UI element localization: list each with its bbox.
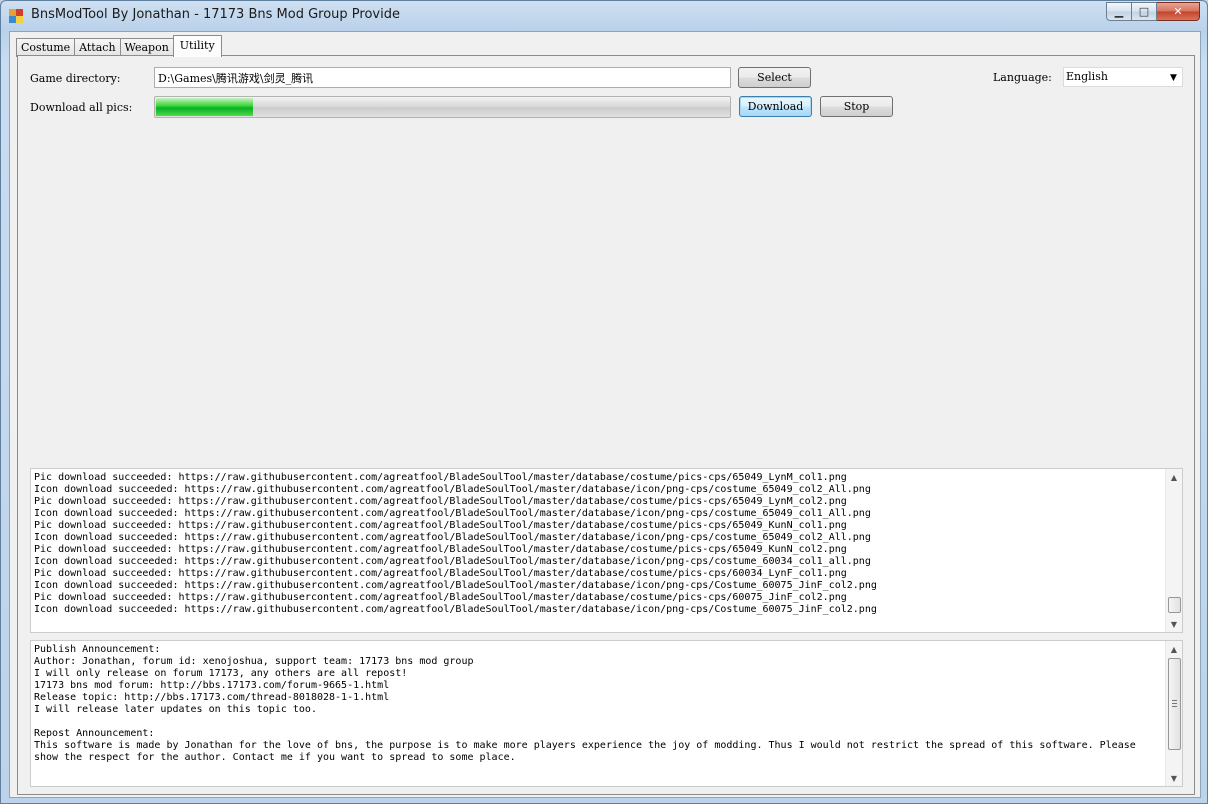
select-button[interactable]: Select	[738, 67, 811, 88]
log-line: Pic download succeeded: https://raw.gith…	[34, 520, 847, 531]
log-line: Pic download succeeded: https://raw.gith…	[34, 568, 847, 579]
maximize-icon: □	[1138, 5, 1150, 18]
log-line: Icon download succeeded: https://raw.git…	[34, 532, 871, 543]
announcement-scrollbar[interactable]: ▲ ▼	[1165, 641, 1182, 786]
announcement-line: 17173 bns mod forum: http://bbs.17173.co…	[34, 680, 390, 691]
download-button[interactable]: Download	[739, 96, 812, 117]
minimize-button[interactable]: ▁	[1106, 2, 1132, 21]
client-area: Costume Attach Weapon Utility Game direc…	[9, 31, 1201, 798]
window-title: BnsModTool By Jonathan - 17173 Bns Mod G…	[31, 7, 400, 22]
utility-panel: Game directory: D:\Games\腾讯游戏\剑灵_腾讯 Sele…	[17, 55, 1195, 795]
log-scrollbar[interactable]: ▲ ▼	[1165, 469, 1182, 632]
window-controls: ▁ □ ✕	[1106, 2, 1200, 21]
log-line: Pic download succeeded: https://raw.gith…	[34, 544, 847, 555]
chevron-down-icon: ▼	[1170, 72, 1177, 83]
download-all-pics-label: Download all pics:	[30, 101, 133, 114]
close-button[interactable]: ✕	[1157, 2, 1200, 21]
log-line: Icon download succeeded: https://raw.git…	[34, 604, 877, 615]
log-line: Pic download succeeded: https://raw.gith…	[34, 496, 847, 507]
maximize-button[interactable]: □	[1132, 2, 1157, 21]
announcement-line: Release topic: http://bbs.17173.com/thre…	[34, 692, 390, 703]
log-line: Icon download succeeded: https://raw.git…	[34, 556, 871, 567]
log-line: Icon download succeeded: https://raw.git…	[34, 508, 871, 519]
scroll-up-icon[interactable]: ▲	[1166, 469, 1182, 485]
tab-utility[interactable]: Utility	[172, 35, 222, 57]
announcement-line: This software is made by Jonathan for th…	[34, 740, 1142, 763]
game-directory-input[interactable]: D:\Games\腾讯游戏\剑灵_腾讯	[154, 67, 731, 88]
log-line: Pic download succeeded: https://raw.gith…	[34, 592, 847, 603]
log-line: Pic download succeeded: https://raw.gith…	[34, 472, 847, 483]
download-progress-bar	[154, 96, 731, 118]
announcement-scroll-thumb[interactable]	[1168, 658, 1181, 750]
announcement-line: Author: Jonathan, forum id: xenojoshua, …	[34, 656, 474, 667]
log-line: Icon download succeeded: https://raw.git…	[34, 484, 871, 495]
game-directory-label: Game directory:	[30, 72, 121, 85]
announcement-line	[34, 716, 1160, 728]
announcement-line: Publish Announcement:	[34, 644, 161, 655]
announcement-line: I will release later updates on this top…	[34, 704, 317, 715]
minimize-icon: ▁	[1114, 5, 1124, 18]
log-line: Icon download succeeded: https://raw.git…	[34, 580, 877, 591]
scroll-down-icon[interactable]: ▼	[1166, 770, 1182, 786]
scroll-down-icon[interactable]: ▼	[1166, 616, 1182, 632]
announcement-line: Repost Announcement:	[34, 728, 155, 739]
announcement-box[interactable]: Publish Announcement: Author: Jonathan, f…	[30, 640, 1183, 787]
app-window: BnsModTool By Jonathan - 17173 Bns Mod G…	[0, 0, 1208, 804]
download-progress-fill	[156, 98, 253, 116]
language-select[interactable]: English ▼	[1063, 67, 1183, 87]
log-scroll-thumb[interactable]	[1168, 597, 1181, 613]
app-icon	[9, 9, 23, 23]
language-label: Language:	[993, 71, 1052, 84]
download-log[interactable]: Pic download succeeded: https://raw.gith…	[30, 468, 1183, 633]
grip-icon	[1172, 700, 1177, 707]
scroll-up-icon[interactable]: ▲	[1166, 641, 1182, 657]
language-value: English	[1066, 70, 1108, 83]
announcement-text: Publish Announcement: Author: Jonathan, f…	[34, 644, 1160, 764]
stop-button[interactable]: Stop	[820, 96, 893, 117]
log-lines: Pic download succeeded: https://raw.gith…	[34, 472, 1162, 616]
close-icon: ✕	[1173, 5, 1183, 18]
announcement-line: I will only release on forum 17173, any …	[34, 668, 408, 679]
tab-strip: Costume Attach Weapon Utility	[16, 35, 222, 57]
title-bar[interactable]: BnsModTool By Jonathan - 17173 Bns Mod G…	[1, 1, 1207, 31]
